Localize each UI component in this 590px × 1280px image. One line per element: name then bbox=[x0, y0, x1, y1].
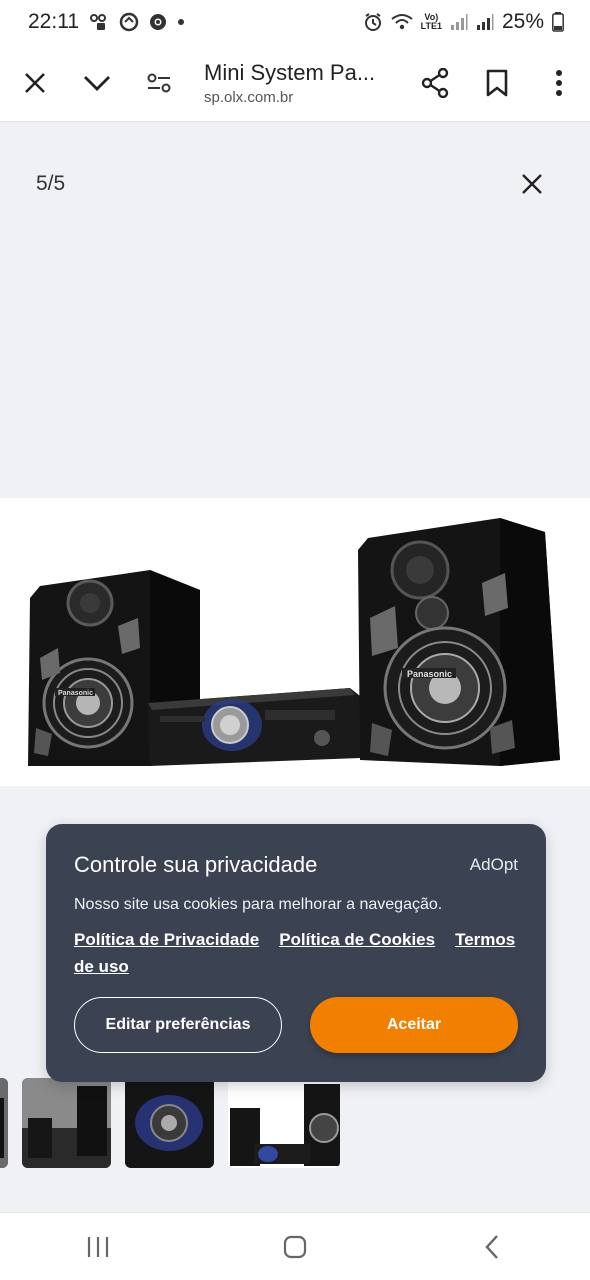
main-product-image[interactable]: Panasonic Panasonic bbox=[0, 498, 590, 786]
thumbnail-strip bbox=[0, 1078, 590, 1178]
dot-icon bbox=[177, 18, 185, 26]
minimize-button[interactable] bbox=[66, 52, 128, 114]
gallery-close-button[interactable] bbox=[510, 162, 554, 206]
page-info-button[interactable] bbox=[128, 52, 190, 114]
volte-icon: Vo) LTE1 bbox=[421, 13, 442, 31]
mini-system-image: Panasonic Panasonic bbox=[28, 518, 560, 766]
cookie-description: Nosso site usa cookies para melhorar a n… bbox=[74, 896, 443, 913]
gallery-header: 5/5 bbox=[0, 123, 590, 245]
close-icon bbox=[522, 174, 542, 194]
battery-percent: 25% bbox=[501, 10, 544, 33]
page-title: Mini System Pa... bbox=[204, 59, 376, 85]
cookie-brand: AdOpt bbox=[469, 855, 518, 874]
bookmark-button[interactable] bbox=[466, 52, 528, 114]
recent-apps-button[interactable] bbox=[58, 1217, 138, 1277]
tune-icon bbox=[147, 73, 171, 92]
edit-preferences-button[interactable]: Editar preferências bbox=[74, 997, 282, 1053]
screen: 22:11 Vo) LTE1 25% Mini System Pa... sp.… bbox=[0, 0, 590, 1280]
home-button[interactable] bbox=[255, 1217, 335, 1277]
status-time: 22:11 bbox=[28, 10, 79, 33]
title-area[interactable]: Mini System Pa... sp.olx.com.br bbox=[190, 60, 404, 106]
bookmark-icon bbox=[486, 69, 508, 96]
sync-icon bbox=[119, 12, 139, 32]
more-vert-icon bbox=[556, 69, 562, 96]
alarm-icon bbox=[363, 12, 383, 32]
status-bar: 22:11 Vo) LTE1 25% bbox=[0, 0, 590, 44]
battery-icon bbox=[552, 12, 564, 32]
privacy-policy-link[interactable]: Política de Privacidade bbox=[74, 930, 259, 949]
more-options-button[interactable] bbox=[528, 52, 590, 114]
close-tab-button[interactable] bbox=[4, 52, 66, 114]
home-icon bbox=[283, 1235, 307, 1258]
chevron-down-icon bbox=[84, 75, 110, 91]
back-icon bbox=[485, 1234, 498, 1259]
cookie-consent-dialog: Controle sua privacidade AdOpt Nosso sit… bbox=[46, 824, 546, 1082]
right-speaker: Panasonic bbox=[358, 518, 560, 766]
thumbnail-4-selected[interactable] bbox=[228, 1078, 340, 1168]
signal-icon-2 bbox=[476, 13, 494, 31]
recent-apps-icon bbox=[88, 1236, 109, 1257]
page-url: sp.olx.com.br bbox=[204, 88, 294, 106]
thumbnail-2[interactable] bbox=[22, 1078, 111, 1168]
system-navigation-bar bbox=[0, 1212, 590, 1280]
cookie-title: Controle sua privacidade bbox=[74, 852, 318, 877]
back-button[interactable] bbox=[452, 1217, 532, 1277]
voicemail-icon bbox=[89, 13, 109, 31]
image-counter: 5/5 bbox=[36, 172, 66, 195]
thumbnail-3[interactable] bbox=[125, 1078, 214, 1168]
custom-tab-toolbar: Mini System Pa... sp.olx.com.br bbox=[0, 44, 590, 122]
cookie-links: Política de Privacidade Política de Cooki… bbox=[74, 926, 518, 980]
signal-icon bbox=[450, 13, 468, 31]
close-icon bbox=[25, 72, 45, 93]
svg-text:Panasonic: Panasonic bbox=[58, 690, 93, 697]
share-button[interactable] bbox=[404, 52, 466, 114]
accept-button[interactable]: Aceitar bbox=[310, 997, 518, 1053]
share-icon bbox=[421, 67, 449, 98]
svg-text:Panasonic: Panasonic bbox=[407, 669, 452, 679]
wifi-icon bbox=[391, 13, 413, 31]
cookie-policy-link[interactable]: Política de Cookies bbox=[279, 930, 435, 949]
chrome-icon bbox=[149, 13, 167, 31]
lte-label: LTE1 bbox=[420, 21, 442, 31]
thumbnail-1[interactable] bbox=[0, 1078, 8, 1168]
